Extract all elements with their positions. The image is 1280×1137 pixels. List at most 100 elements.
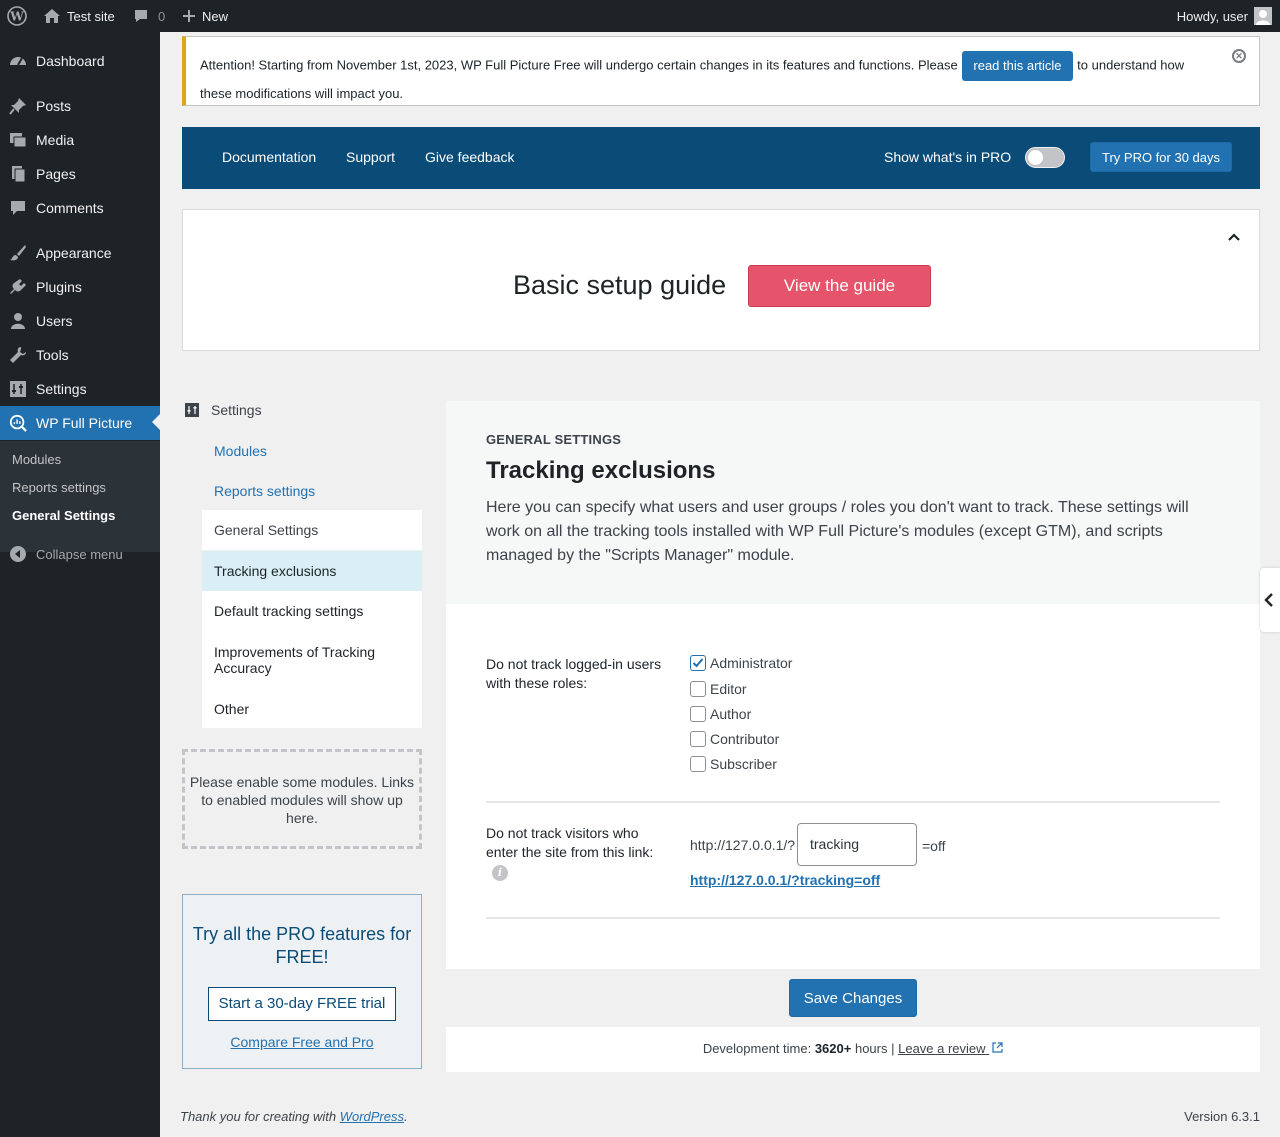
collapse-menu-button[interactable]: Collapse menu (0, 537, 160, 571)
menu-settings[interactable]: Settings (0, 372, 160, 406)
role-checkbox-administrator[interactable]: Administrator (690, 655, 792, 671)
wpfp-icon (9, 414, 27, 432)
leftnav-reports-settings-link[interactable]: Reports settings (214, 483, 315, 499)
menu-users[interactable]: Users (0, 304, 160, 338)
read-article-button[interactable]: read this article (962, 51, 1073, 81)
submenu-modules[interactable]: Modules (12, 452, 61, 467)
nav-give-feedback[interactable]: Give feedback (425, 149, 515, 165)
nav-support[interactable]: Support (346, 149, 395, 165)
menu-comments[interactable]: Comments (0, 191, 160, 225)
role-label: Author (710, 706, 752, 722)
link-field-label: Do not track visitors who enter the site… (486, 825, 654, 860)
setup-guide-box: Basic setup guide View the guide (182, 209, 1260, 351)
wordpress-logo-icon[interactable]: W (7, 0, 27, 32)
checkbox[interactable] (690, 706, 706, 722)
submenu-reports-settings[interactable]: Reports settings (12, 480, 106, 495)
menu-label: Media (36, 132, 75, 148)
url-suffix: =off (922, 838, 946, 854)
menu-label: Pages (36, 166, 76, 182)
admin-sidebar: Dashboard Posts Media Pages Comments App… (0, 32, 160, 1137)
dashboard-icon (9, 52, 27, 70)
plus-icon (183, 10, 195, 22)
menu-tools[interactable]: Tools (0, 338, 160, 372)
notice-text-before: Attention! Starting from November 1st, 2… (200, 57, 958, 73)
compare-free-pro-link[interactable]: Compare Free and Pro (183, 1034, 421, 1050)
collapse-label: Collapse menu (36, 546, 123, 562)
role-checkbox-author[interactable]: Author (690, 706, 751, 722)
brush-icon (9, 244, 27, 262)
leave-review-link[interactable]: Leave a review (898, 1041, 1003, 1056)
wordpress-link[interactable]: WordPress (340, 1109, 404, 1124)
menu-label: Tools (36, 347, 69, 363)
divider (486, 917, 1220, 919)
modules-placeholder: Please enable some modules. Links to ena… (182, 749, 422, 849)
settings-section-nav: General Settings Tracking exclusions Def… (202, 510, 422, 728)
settings-sliders-icon (185, 403, 199, 417)
new-label: New (202, 8, 229, 24)
panel-header: GENERAL SETTINGS Tracking exclusions Her… (446, 401, 1260, 604)
leftnav-general-settings[interactable]: General Settings (202, 510, 422, 551)
pin-icon (9, 97, 27, 115)
settings-nav-heading: Settings (185, 402, 262, 418)
page-title: Tracking exclusions (486, 457, 716, 484)
checkbox[interactable] (690, 731, 706, 747)
section-eyebrow: GENERAL SETTINGS (486, 432, 622, 447)
checkbox-checked[interactable] (690, 655, 706, 671)
try-pro-button[interactable]: Try PRO for 30 days (1090, 142, 1232, 172)
save-changes-button[interactable]: Save Changes (789, 979, 917, 1017)
site-name: Test site (67, 8, 115, 24)
leftnav-tracking-exclusions[interactable]: Tracking exclusions (202, 551, 422, 591)
review-link-text: Leave a review (898, 1041, 986, 1056)
comments-count: 0 (158, 8, 166, 24)
development-time: Development time: 3620+ hours | Leave a … (446, 1041, 1260, 1056)
role-checkbox-contributor[interactable]: Contributor (690, 731, 779, 747)
info-icon[interactable]: i (492, 865, 508, 881)
view-guide-button[interactable]: View the guide (748, 265, 931, 307)
tracking-off-link[interactable]: http://127.0.0.1/?tracking=off (690, 872, 880, 888)
leftnav-default-tracking-settings[interactable]: Default tracking settings (202, 591, 422, 631)
comments-link[interactable]: 0 (133, 0, 165, 32)
menu-label: Settings (36, 381, 87, 397)
side-panel-tab[interactable] (1260, 568, 1280, 632)
divider (486, 801, 1220, 803)
role-label: Contributor (710, 731, 780, 747)
chevron-up-icon[interactable] (1227, 230, 1241, 244)
chevron-left-icon (1264, 593, 1273, 607)
menu-posts[interactable]: Posts (0, 89, 160, 123)
role-checkbox-subscriber[interactable]: Subscriber (690, 756, 777, 772)
role-checkbox-editor[interactable]: Editor (690, 681, 747, 697)
footer-thanks: Thank you for creating with WordPress. (180, 1109, 408, 1124)
new-content-link[interactable]: New (182, 0, 228, 32)
menu-plugins[interactable]: Plugins (0, 270, 160, 304)
dismiss-notice-icon[interactable]: ✕ (1232, 49, 1246, 63)
pro-promo-box: Try all the PRO features for FREE! Start… (182, 894, 422, 1069)
start-trial-button[interactable]: Start a 30-day FREE trial (208, 987, 396, 1021)
show-pro-toggle[interactable] (1025, 147, 1065, 168)
checkbox[interactable] (690, 681, 706, 697)
footer-period: . (404, 1109, 408, 1124)
dev-time-prefix: Development time: (702, 1041, 812, 1056)
url-prefix: http://127.0.0.1/? (690, 837, 796, 853)
menu-dashboard[interactable]: Dashboard (0, 44, 160, 78)
plugin-top-nav: Documentation Support Give feedback Show… (182, 127, 1260, 189)
submenu-general-settings[interactable]: General Settings (12, 508, 115, 523)
show-pro-label: Show what's in PRO (884, 149, 1012, 165)
menu-label: Posts (36, 98, 72, 114)
menu-pages[interactable]: Pages (0, 157, 160, 191)
menu-media[interactable]: Media (0, 123, 160, 157)
svg-text:W: W (9, 10, 24, 24)
leftnav-other[interactable]: Other (202, 689, 422, 728)
media-icon (9, 131, 27, 149)
tracking-param-input[interactable]: tracking (797, 823, 917, 866)
settings-nav-title: Settings (211, 402, 262, 418)
site-name-link[interactable]: Test site (43, 0, 115, 32)
leftnav-modules-link[interactable]: Modules (214, 443, 267, 459)
nav-documentation[interactable]: Documentation (222, 149, 316, 165)
my-account-link[interactable]: Howdy, user (1177, 0, 1272, 32)
settings-panel: GENERAL SETTINGS Tracking exclusions Her… (446, 401, 1260, 1072)
menu-wp-full-picture[interactable]: WP Full Picture (0, 406, 160, 440)
comments-icon (9, 199, 27, 217)
leftnav-improvements-tracking-accuracy[interactable]: Improvements of Tracking Accuracy (202, 631, 422, 689)
menu-appearance[interactable]: Appearance (0, 236, 160, 270)
checkbox[interactable] (690, 756, 706, 772)
